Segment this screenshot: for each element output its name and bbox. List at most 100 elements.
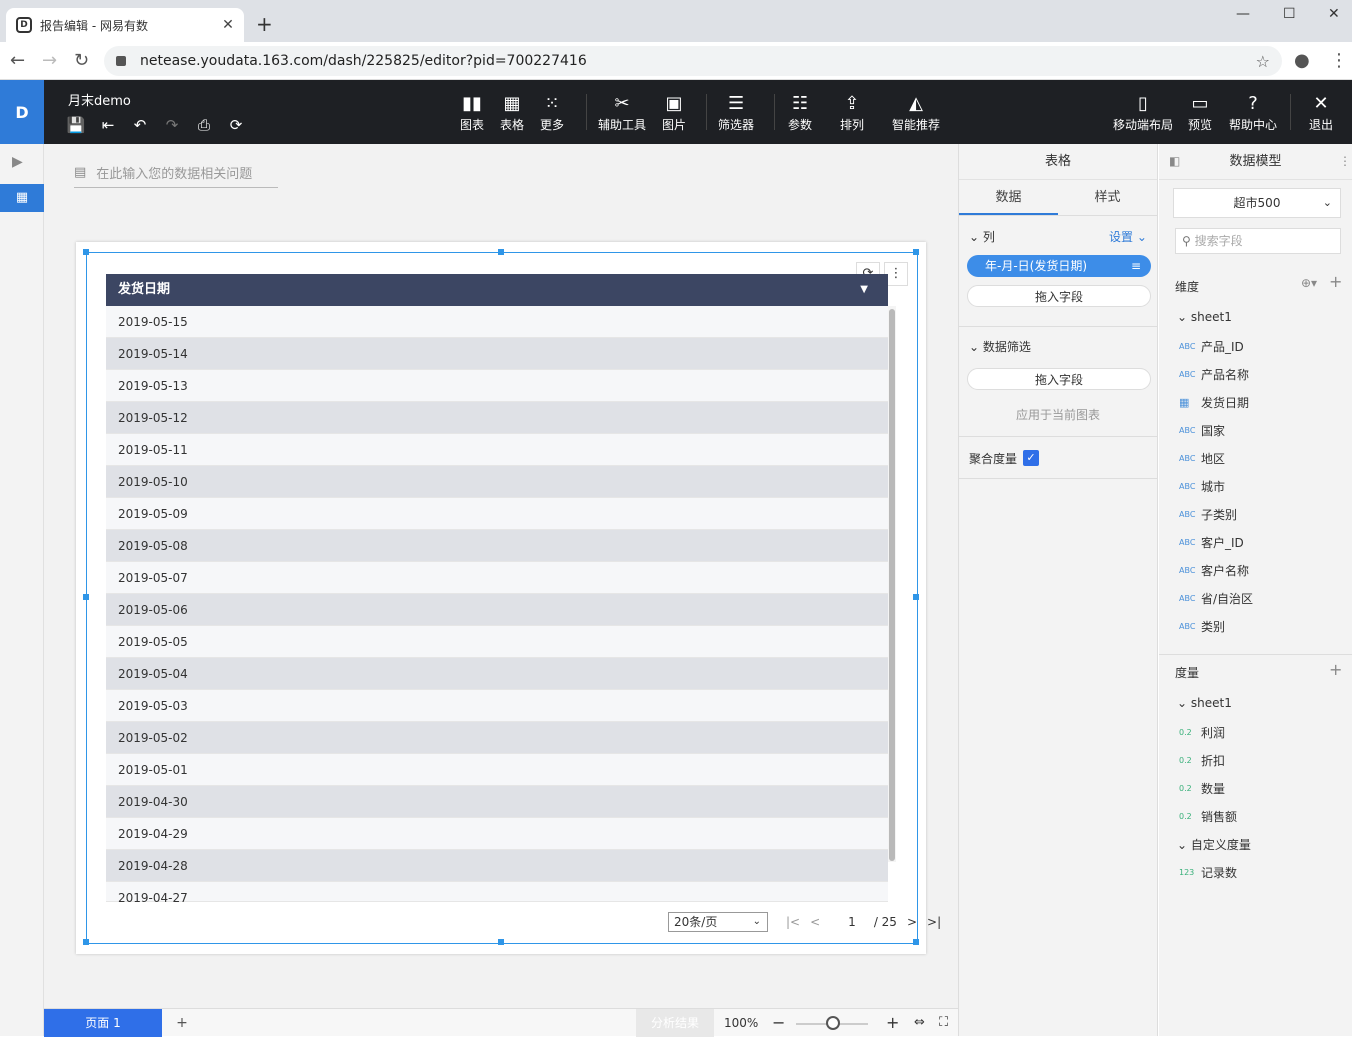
- redo-icon[interactable]: ↷: [162, 116, 182, 134]
- sort-icon[interactable]: ≡: [1131, 255, 1141, 277]
- table-row[interactable]: 2019-05-02: [106, 722, 888, 754]
- toolbar-tools[interactable]: ✂ 辅助工具: [598, 92, 646, 133]
- print-icon[interactable]: ⎙: [194, 116, 214, 134]
- aggregate-checkbox[interactable]: ✓: [1023, 450, 1039, 466]
- resize-handle[interactable]: [913, 594, 919, 600]
- undo-icon[interactable]: ↶: [130, 116, 150, 134]
- toolbar-chart[interactable]: ▮▮ 图表: [460, 92, 484, 133]
- table-row[interactable]: 2019-05-01: [106, 754, 888, 786]
- table-row[interactable]: 2019-04-30: [106, 786, 888, 818]
- browser-menu-icon[interactable]: ⋮: [1330, 50, 1348, 71]
- field-item[interactable]: ABC 省/自治区: [1179, 590, 1253, 607]
- new-tab-button[interactable]: +: [256, 12, 273, 36]
- meas-sheet-node[interactable]: ⌄ sheet1: [1177, 696, 1232, 710]
- refresh-icon[interactable]: ⟳: [226, 116, 246, 134]
- page-size-select[interactable]: 20条/页 ⌄: [668, 912, 768, 932]
- resize-handle[interactable]: [913, 249, 919, 255]
- model-menu-icon[interactable]: ⋮: [1339, 154, 1351, 168]
- back-to-list-icon[interactable]: ⇤: [98, 116, 118, 134]
- drag-field-zone[interactable]: 拖入字段: [967, 285, 1151, 307]
- toolbar-preview[interactable]: ▭ 预览: [1188, 92, 1212, 133]
- field-search-input[interactable]: ⚲ 搜索字段: [1175, 228, 1341, 254]
- add-page-button[interactable]: +: [172, 1009, 192, 1037]
- field-item[interactable]: 0.2 折扣: [1179, 752, 1225, 769]
- field-item[interactable]: ABC 类别: [1179, 618, 1225, 635]
- tab-style[interactable]: 样式: [1058, 180, 1157, 215]
- current-page[interactable]: 1: [848, 915, 856, 929]
- table-row[interactable]: 2019-05-06: [106, 594, 888, 626]
- expand-panel-icon[interactable]: ▶: [12, 154, 23, 170]
- add-measure-icon[interactable]: +: [1329, 660, 1342, 679]
- field-item[interactable]: ▦ 发货日期: [1179, 394, 1249, 411]
- ask-question-input[interactable]: ▤ 在此输入您的数据相关问题: [74, 158, 278, 188]
- first-page-icon[interactable]: |<: [786, 915, 800, 929]
- field-item[interactable]: ABC 城市: [1179, 478, 1225, 495]
- resize-handle[interactable]: [83, 594, 89, 600]
- table-row[interactable]: 2019-05-15: [106, 306, 888, 338]
- maximize-icon[interactable]: ☐: [1283, 6, 1296, 22]
- table-row[interactable]: 2019-05-07: [106, 562, 888, 594]
- table-row[interactable]: 2019-05-09: [106, 498, 888, 530]
- toolbar-mobile[interactable]: ▯ 移动端布局: [1113, 92, 1173, 133]
- custom-measure-node[interactable]: ⌄ 自定义度量: [1177, 836, 1251, 853]
- table-row[interactable]: 2019-04-27: [106, 882, 888, 905]
- zoom-in-icon[interactable]: +: [886, 1009, 899, 1037]
- toolbar-image[interactable]: ▣ 图片: [662, 92, 686, 133]
- bookmark-star-icon[interactable]: ☆: [1256, 52, 1270, 71]
- sort-caret-icon[interactable]: ▼: [860, 274, 868, 306]
- toolbar-arrange[interactable]: ⇪ 排列: [840, 92, 864, 133]
- field-item[interactable]: ABC 客户名称: [1179, 562, 1249, 579]
- toolbar-exit[interactable]: ✕ 退出: [1309, 92, 1333, 133]
- toolbar-more[interactable]: ⁙ 更多: [540, 92, 564, 133]
- resize-handle[interactable]: [83, 249, 89, 255]
- column-section-title[interactable]: ⌄ 列: [969, 228, 995, 245]
- dim-sheet-node[interactable]: ⌄ sheet1: [1177, 310, 1232, 324]
- profile-avatar[interactable]: ●: [1294, 50, 1310, 71]
- fit-width-icon[interactable]: ⇔: [914, 1009, 925, 1037]
- forward-icon[interactable]: →: [42, 50, 57, 71]
- settings-link[interactable]: 设置 ⌄: [1109, 228, 1147, 245]
- field-item[interactable]: ABC 国家: [1179, 422, 1225, 439]
- table-scrollbar-thumb[interactable]: [889, 309, 895, 861]
- toolbar-params[interactable]: ☷ 参数: [788, 92, 812, 133]
- minimize-icon[interactable]: —: [1236, 6, 1250, 22]
- close-tab-icon[interactable]: ✕: [218, 17, 238, 33]
- add-dimension-icon[interactable]: +: [1329, 272, 1342, 291]
- resize-handle[interactable]: [913, 939, 919, 945]
- field-item[interactable]: 0.2 利润: [1179, 724, 1225, 741]
- collapse-panel-icon[interactable]: ◧: [1169, 154, 1180, 168]
- table-row[interactable]: 2019-05-03: [106, 690, 888, 722]
- table-row[interactable]: 2019-05-10: [106, 466, 888, 498]
- field-item[interactable]: ABC 产品名称: [1179, 366, 1249, 383]
- table-row[interactable]: 2019-05-13: [106, 370, 888, 402]
- column-field-pill[interactable]: 年-月-日(发货日期) ≡: [967, 255, 1151, 277]
- app-logo[interactable]: D: [0, 80, 44, 144]
- next-page-icon[interactable]: >: [907, 915, 917, 929]
- table-row[interactable]: 2019-05-08: [106, 530, 888, 562]
- page-tab[interactable]: 页面 1: [44, 1009, 162, 1037]
- fit-screen-icon[interactable]: ⛶: [939, 1009, 948, 1037]
- pages-panel-icon[interactable]: ▦: [0, 184, 44, 212]
- field-item[interactable]: 0.2 数量: [1179, 780, 1225, 797]
- url-field[interactable]: netease.youdata.163.com/dash/225825/edit…: [104, 46, 1282, 76]
- apply-current-label[interactable]: 应用于当前图表: [959, 406, 1157, 423]
- field-item[interactable]: 123 记录数: [1179, 864, 1237, 881]
- filter-drag-zone[interactable]: 拖入字段: [967, 368, 1151, 390]
- table-row[interactable]: 2019-05-14: [106, 338, 888, 370]
- reload-icon[interactable]: ↻: [74, 50, 89, 71]
- browser-tab[interactable]: D 报告编辑 - 网易有数 ✕: [6, 8, 244, 42]
- save-icon[interactable]: 💾: [66, 116, 86, 134]
- tab-data[interactable]: 数据: [959, 180, 1058, 215]
- table-row[interactable]: 2019-05-04: [106, 658, 888, 690]
- window-close-icon[interactable]: ✕: [1328, 6, 1340, 22]
- analysis-button[interactable]: 分析结果: [636, 1009, 714, 1037]
- toolbar-smart[interactable]: ◭ 智能推荐: [892, 92, 940, 133]
- globe-icon[interactable]: ⊕▾: [1301, 276, 1317, 290]
- zoom-slider-knob[interactable]: [826, 1016, 840, 1030]
- filter-section-title[interactable]: ⌄ 数据筛选: [969, 338, 1031, 355]
- field-item[interactable]: ABC 地区: [1179, 450, 1225, 467]
- zoom-out-icon[interactable]: −: [772, 1009, 785, 1037]
- table-row[interactable]: 2019-04-28: [106, 850, 888, 882]
- toolbar-filter[interactable]: ☰ 筛选器: [718, 92, 754, 133]
- resize-handle[interactable]: [83, 939, 89, 945]
